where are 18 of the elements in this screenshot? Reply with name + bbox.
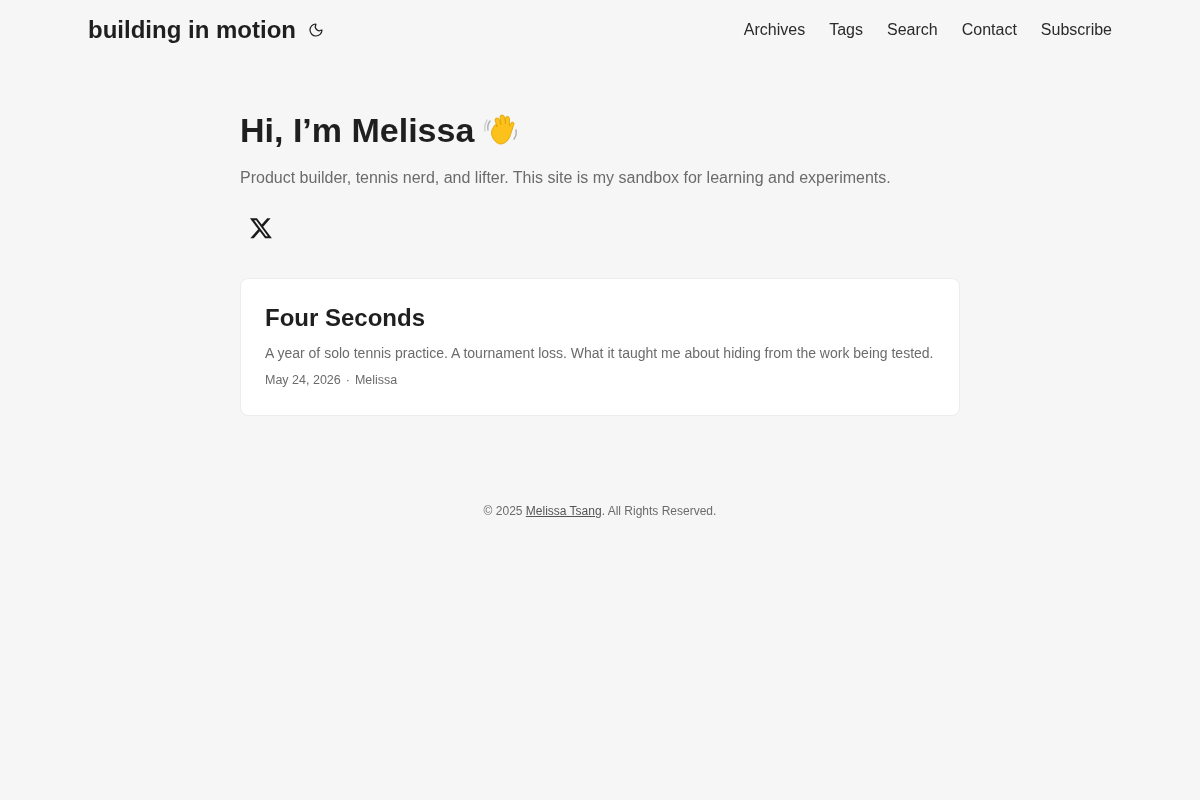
- intro-subtitle: Product builder, tennis nerd, and lifter. This site is my sandbox for learning and experiments.: [240, 168, 892, 188]
- nav-link[interactable]: Archives: [743, 18, 806, 42]
- moon-icon: [307, 22, 324, 38]
- post-author: Melissa: [354, 372, 398, 389]
- post-title[interactable]: Four Seconds: [265, 303, 935, 333]
- nav-link[interactable]: Search: [887, 18, 938, 42]
- nav-link[interactable]: Tags: [829, 18, 863, 42]
- author-link[interactable]: Melissa Tsang: [525, 504, 602, 518]
- post-card[interactable]: Four Seconds A year of solo tennis practice. A tournament loss. What it taught me about hiding from the work being tested. May 24, 2026 · Melissa: [240, 278, 960, 416]
- post-date: May 24, 2026: [265, 372, 341, 389]
- footer-copyright: © 2025 Melissa Tsang. All Rights Reserved.: [483, 503, 717, 520]
- nav-link[interactable]: Subscribe: [1040, 18, 1112, 42]
- post-description: A year of solo tennis practice. A tournament loss. What it taught me about hiding from the work being tested.: [265, 344, 935, 363]
- x-logo-icon: [249, 216, 273, 240]
- site-title[interactable]: building in motion: [88, 18, 296, 42]
- nav-link[interactable]: Contact: [961, 18, 1017, 42]
- meta-separator: ·: [345, 372, 350, 389]
- intro-heading: Hi, I’m Melissa: [240, 113, 475, 147]
